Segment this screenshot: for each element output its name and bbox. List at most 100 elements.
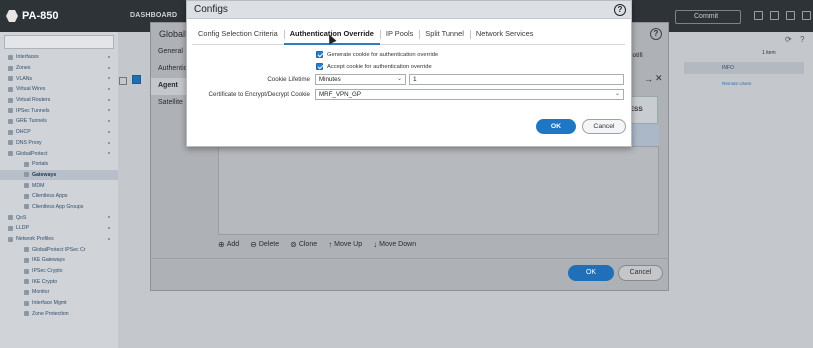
sidebar-item[interactable]: Gateways xyxy=(0,169,118,181)
sidebar-item[interactable]: GRE Tunnels xyxy=(0,116,118,127)
accept-cookie-checkbox[interactable] xyxy=(316,63,323,70)
nav-item-icon xyxy=(24,161,29,167)
nav-search-input[interactable] xyxy=(4,35,114,49)
sidebar-item[interactable]: Clientless Apps xyxy=(0,191,118,202)
sidebar-item[interactable]: IPSec Crypto xyxy=(0,266,118,277)
page-help-icon[interactable]: ? xyxy=(800,35,804,44)
status-dot-icon xyxy=(108,141,110,144)
chevron-down-icon: ⌄ xyxy=(614,91,620,97)
nav-dashboard[interactable]: DASHBOARD xyxy=(130,12,177,19)
row-select-checkbox[interactable] xyxy=(119,77,127,85)
sidebar-item-label: MDM xyxy=(32,182,45,189)
generate-cookie-checkbox[interactable] xyxy=(316,51,323,58)
move-down-label: Move Down xyxy=(379,240,417,248)
move-down-button[interactable]: ↓ Move Down xyxy=(373,240,416,249)
cancel-button[interactable]: Cancel xyxy=(582,119,626,134)
sidebar-item-label: GRE Tunnels xyxy=(16,118,47,125)
side-tab-satellite[interactable]: Satellite xyxy=(151,95,189,112)
nav-item-icon xyxy=(24,193,29,199)
cookie-lifetime-unit-select[interactable]: Minutes ⌄ xyxy=(315,74,406,85)
sidebar-item-label: IPSec Tunnels xyxy=(16,107,50,114)
close-icon[interactable]: ✕ xyxy=(655,73,663,84)
sidebar-item[interactable]: VLANs xyxy=(0,73,118,84)
cookie-lifetime-value-input[interactable]: 1 xyxy=(409,74,624,85)
nav-item-icon xyxy=(24,257,29,263)
column-header-info[interactable]: INFO xyxy=(722,65,734,71)
arrow-right-icon[interactable]: → xyxy=(644,74,653,84)
sidebar-item[interactable]: LLDP xyxy=(0,223,118,234)
sidebar-item[interactable]: DNS Proxy xyxy=(0,138,118,149)
certificate-select[interactable]: MRF_VPN_GP ⌄ xyxy=(315,89,624,100)
sidebar-item[interactable]: Zone Protection xyxy=(0,309,118,320)
gateway-cancel-button[interactable]: Cancel xyxy=(618,265,663,281)
sidebar-item-label: Clientless Apps xyxy=(32,193,68,200)
sidebar-item-label: Zones xyxy=(16,65,31,72)
sidebar-item[interactable]: IKE Gateways xyxy=(0,255,118,266)
config-icon[interactable] xyxy=(786,11,795,20)
sidebar-item[interactable]: Virtual Routers xyxy=(0,95,118,106)
sidebar-item[interactable]: GlobalProtect xyxy=(0,148,118,159)
commit-button[interactable]: Commit xyxy=(675,10,741,24)
clone-button[interactable]: ⊚ Clone xyxy=(290,240,317,249)
tab-ip-pools[interactable]: IP Pools xyxy=(379,25,419,45)
sidebar-item-label: QoS xyxy=(16,214,27,221)
tab-split-tunnel[interactable]: Split Tunnel xyxy=(419,25,470,45)
sidebar-item[interactable]: Zones xyxy=(0,63,118,74)
arrow-up-icon: ↑ xyxy=(328,239,333,249)
sidebar-item-label: IKE Crypto xyxy=(32,278,58,285)
nav-item-icon xyxy=(8,129,13,135)
table-cell-info[interactable]: Remote Users xyxy=(722,81,751,86)
sidebar-item[interactable]: Clientless App Groups xyxy=(0,202,118,213)
accept-cookie-row: Accept cookie for authentication overrid… xyxy=(316,63,432,70)
sidebar-item[interactable]: MDM xyxy=(0,180,118,191)
nav-item-icon xyxy=(8,140,13,146)
sidebar-item[interactable]: Monitor xyxy=(0,287,118,298)
status-dot-icon xyxy=(108,237,110,240)
ok-button[interactable]: OK xyxy=(536,119,576,134)
move-up-button[interactable]: ↑ Move Up xyxy=(328,240,362,249)
search-icon[interactable] xyxy=(802,11,811,20)
device-name: PA-850 xyxy=(22,10,59,22)
status-dot-icon xyxy=(108,130,110,133)
sidebar-item[interactable]: Interfaces xyxy=(0,52,118,63)
sidebar-item-label: Interface Mgmt xyxy=(32,300,67,307)
gateway-ok-button[interactable]: OK xyxy=(568,265,614,281)
top-icons xyxy=(754,11,811,20)
tab-network-services[interactable]: Network Services xyxy=(469,25,540,45)
clone-label: Clone xyxy=(298,240,318,248)
sidebar-item[interactable]: DHCP xyxy=(0,127,118,138)
sidebar-item[interactable]: IPSec Tunnels xyxy=(0,105,118,116)
cookie-lifetime-label: Cookie Lifetime xyxy=(267,76,310,83)
lock-icon[interactable] xyxy=(770,11,779,20)
side-tab-authentication[interactable]: Authentic xyxy=(151,61,189,78)
sidebar-item[interactable]: Network Profiles xyxy=(0,234,118,245)
sidebar-item-label: Gateways xyxy=(32,171,57,178)
status-dot-icon xyxy=(108,88,110,91)
delete-button[interactable]: ⊖ Delete xyxy=(250,240,279,249)
help-icon[interactable]: ? xyxy=(614,4,626,16)
sidebar-item[interactable]: Portals xyxy=(0,159,118,170)
user-icon[interactable] xyxy=(754,11,763,20)
gateway-toolbar: ⊕ Add ⊖ Delete ⊚ Clone ↑ Move Up ↓ Move Down xyxy=(218,237,416,251)
certificate-value: MRF_VPN_GP xyxy=(319,91,361,98)
tab-config-selection-criteria[interactable]: Config Selection Criteria xyxy=(192,25,284,45)
sidebar-item[interactable]: Interface Mgmt xyxy=(0,298,118,309)
sidebar-item[interactable]: GlobalProtect IPSec Cr xyxy=(0,244,118,255)
side-tab-agent[interactable]: Agent xyxy=(151,78,189,95)
nav-item-icon xyxy=(24,311,29,317)
status-dot-icon xyxy=(108,56,110,58)
sidebar-item[interactable]: Virtual Wires xyxy=(0,84,118,95)
arrow-down-icon: ↓ xyxy=(373,239,378,249)
cookie-lifetime-unit-value: Minutes xyxy=(319,76,341,83)
sidebar-item[interactable]: QoS xyxy=(0,212,118,223)
status-dot-icon xyxy=(108,152,110,155)
nav-item-icon xyxy=(8,225,13,231)
add-button[interactable]: ⊕ Add xyxy=(218,240,239,249)
refresh-icon[interactable]: ⟳ xyxy=(785,35,792,44)
row-checked-checkbox[interactable] xyxy=(132,75,141,84)
paloalto-logo-icon xyxy=(6,10,18,22)
sidebar-item[interactable]: IKE Crypto xyxy=(0,276,118,287)
status-dot-icon xyxy=(108,98,110,101)
side-tab-general[interactable]: General xyxy=(151,44,189,61)
gateway-help-icon[interactable]: ? xyxy=(650,28,662,40)
